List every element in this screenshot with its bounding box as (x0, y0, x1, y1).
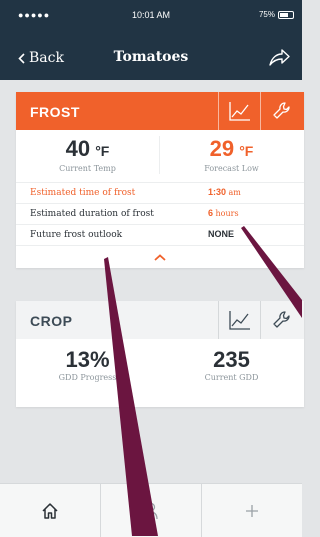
current-gdd-label: Current GDD (204, 373, 259, 382)
share-arrow-icon[interactable] (268, 46, 290, 68)
battery-indicator: 75% (259, 10, 294, 19)
current-gdd: 235 Current GDD (160, 347, 303, 382)
crop-metrics: 13% GDD Progress 235 Current GDD (16, 339, 304, 407)
current-temp-label: Current Temp (59, 164, 116, 173)
frost-outlook-row: Future frost outlook NONE (16, 225, 304, 246)
frost-card: FROST 40 °F Current Temp 29 °F Forecast … (16, 92, 304, 268)
nav-bar: Back Tomatoes (0, 46, 302, 70)
page-title: Tomatoes (113, 49, 189, 65)
frost-metrics: 40 °F Current Temp 29 °F Forecast Low (16, 130, 304, 183)
wrench-icon (273, 102, 290, 119)
wrench-icon (273, 311, 290, 328)
frost-outlook-value: NONE (208, 229, 235, 239)
status-bar: ●●●●● 10:01 AM 75% (0, 10, 302, 24)
person-icon (144, 502, 158, 519)
frost-duration-label: Estimated duration of frost (30, 209, 154, 219)
forecast-low-value: 29 (209, 136, 235, 161)
frost-card-header: FROST (16, 92, 304, 130)
tab-profile[interactable] (101, 484, 202, 537)
tab-home[interactable] (0, 484, 101, 537)
frost-time-label: Estimated time of frost (30, 188, 136, 198)
crop-card-header: CROP (16, 301, 304, 339)
current-temp: 40 °F Current Temp (16, 136, 159, 173)
tab-add[interactable] (202, 484, 302, 537)
frost-time-row: Estimated time of frost 1:30 am (16, 183, 304, 204)
frost-time-value: 1:30 am (208, 187, 241, 197)
clock: 10:01 AM (131, 10, 171, 20)
frost-duration-value: 6 hours (208, 208, 239, 218)
collapse-button[interactable] (16, 246, 304, 268)
home-icon (42, 502, 58, 519)
crop-settings-button[interactable] (260, 301, 303, 339)
app-header: ●●●●● 10:01 AM 75% Back Tomatoes (0, 0, 302, 80)
pointer-overlay (104, 226, 302, 536)
battery-icon (278, 10, 294, 19)
frost-settings-button[interactable] (260, 92, 303, 130)
frost-card-title: FROST (30, 104, 80, 120)
gdd-progress-value: 13% (65, 347, 110, 372)
gdd-progress: 13% GDD Progress (16, 347, 159, 382)
current-temp-unit: °F (95, 143, 110, 159)
gdd-progress-label: GDD Progress (58, 373, 117, 382)
frost-chart-button[interactable] (218, 92, 261, 130)
frost-outlook-label: Future frost outlook (30, 230, 123, 240)
chevron-up-icon (154, 253, 166, 261)
forecast-low: 29 °F Forecast Low (160, 136, 303, 173)
line-chart-icon (229, 311, 250, 330)
line-chart-icon (229, 102, 250, 121)
crop-chart-button[interactable] (218, 301, 261, 339)
forecast-low-unit: °F (239, 143, 254, 159)
current-gdd-value: 235 (213, 347, 250, 372)
frost-duration-row: Estimated duration of frost 6 hours (16, 204, 304, 225)
crop-card-title: CROP (30, 313, 73, 329)
crop-card: CROP 13% GDD Progress 235 Current GDD (16, 301, 304, 407)
battery-percent: 75% (258, 10, 275, 19)
forecast-low-label: Forecast Low (204, 164, 259, 173)
plus-icon (246, 504, 258, 517)
current-temp-value: 40 (65, 136, 91, 161)
tab-bar (0, 483, 302, 537)
